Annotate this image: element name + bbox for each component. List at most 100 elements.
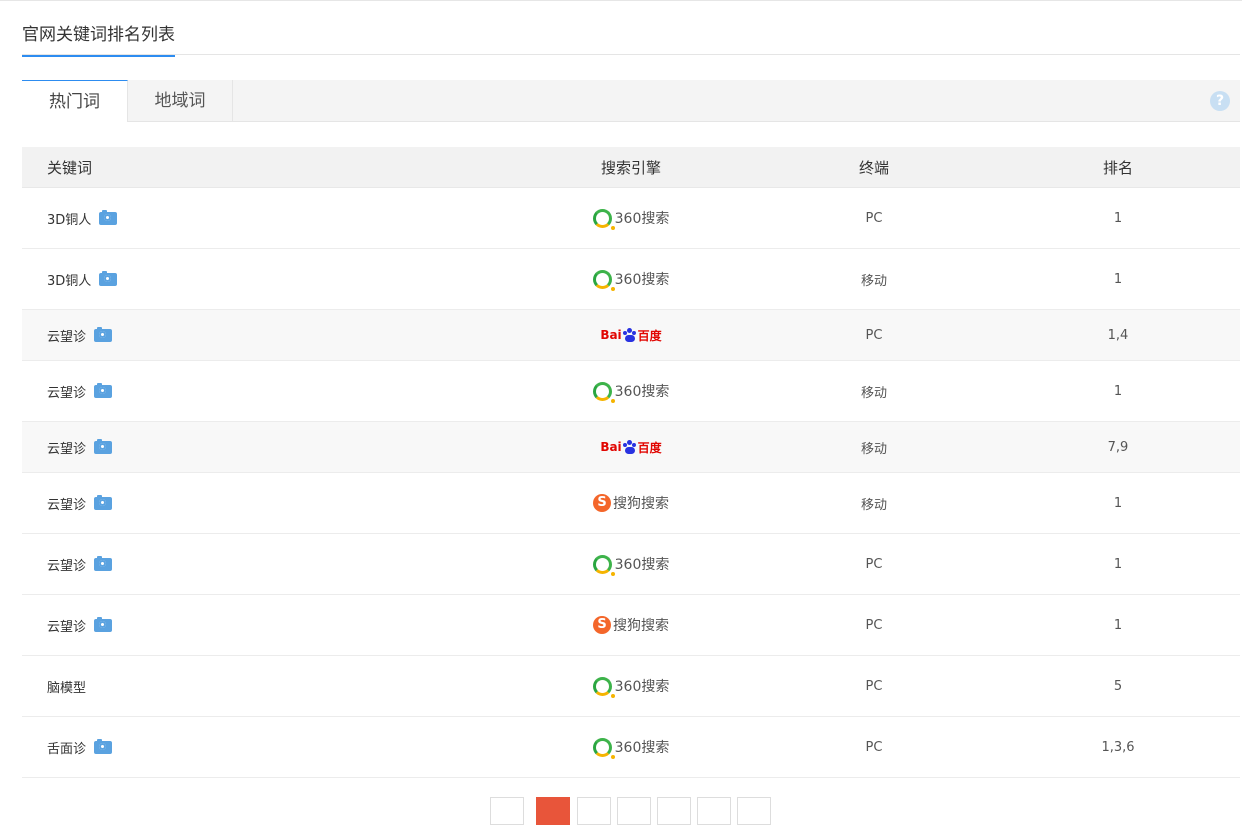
baidu-logo-text-cn: 百度 <box>637 440 662 455</box>
pagination-button[interactable] <box>536 797 570 825</box>
pagination-button[interactable] <box>617 797 651 825</box>
keyword-text: 云望诊 <box>47 619 87 635</box>
keyword-cell: 云望诊 <box>47 534 113 594</box>
rank-cell: 1 <box>1113 495 1123 511</box>
camera-icon[interactable] <box>94 382 113 398</box>
keyword-text: 云望诊 <box>47 497 87 513</box>
camera-icon[interactable] <box>94 494 113 510</box>
keyword-text: 脑模型 <box>47 680 87 696</box>
table-row: 舌面诊 360搜索 PC 1,3,6 <box>22 717 1240 778</box>
keyword-cell: 3D铜人 <box>47 249 118 309</box>
engine-label: 360搜索 <box>614 211 670 227</box>
360-logo-icon <box>592 269 615 291</box>
pagination-button[interactable] <box>737 797 771 825</box>
terminal-cell: 移动 <box>860 385 887 401</box>
rank-cell: 1 <box>1113 271 1123 287</box>
keyword-rank-table: 关键词 搜索引擎 终端 排名 3D铜人 360搜索 PC 1 3D铜人 360搜索 移动 1 云… <box>22 147 1240 778</box>
rank-cell: 1 <box>1113 617 1123 633</box>
keyword-cell: 云望诊 <box>47 473 113 533</box>
camera-icon[interactable] <box>94 438 113 454</box>
terminal-cell: PC <box>865 210 883 226</box>
rank-cell: 1 <box>1113 210 1123 226</box>
engine-cell: S 搜狗搜索 <box>536 595 726 655</box>
camera-icon[interactable] <box>99 209 118 225</box>
section-title: 官网关键词排名列表 <box>22 24 175 57</box>
pagination-button[interactable] <box>657 797 691 825</box>
header-engine: 搜索引擎 <box>600 158 661 177</box>
rank-cell: 1,3,6 <box>1101 739 1135 755</box>
keyword-text: 云望诊 <box>47 558 87 574</box>
keyword-cell: 云望诊 <box>47 361 113 421</box>
engine-cell: 360搜索 <box>536 717 726 777</box>
engine-label: 360搜索 <box>614 272 670 288</box>
sogou-logo-icon: S <box>593 494 611 512</box>
header-terminal: 终端 <box>858 158 889 177</box>
table-header: 关键词 搜索引擎 终端 排名 <box>22 147 1240 188</box>
terminal-cell: PC <box>865 617 883 633</box>
table-row: 脑模型 360搜索 PC 5 <box>22 656 1240 717</box>
section-header: 官网关键词排名列表 <box>22 1 1240 57</box>
baidu-logo-icon: Bai 百度 <box>600 327 662 344</box>
sogou-logo-icon: S <box>593 616 611 634</box>
camera-icon[interactable] <box>94 555 113 571</box>
keyword-text: 云望诊 <box>47 329 87 345</box>
engine-cell: 360搜索 <box>536 361 726 421</box>
terminal-cell: PC <box>865 739 883 755</box>
table-body: 3D铜人 360搜索 PC 1 3D铜人 360搜索 移动 1 云望诊 Bai 百度 PC 1,4 云望诊… <box>22 188 1240 778</box>
engine-label: 搜狗搜索 <box>613 496 669 512</box>
camera-icon[interactable] <box>94 326 113 342</box>
360-logo-icon <box>592 208 615 230</box>
engine-label: 360搜索 <box>614 740 670 756</box>
baidu-logo-text-cn: 百度 <box>637 328 662 343</box>
keyword-text: 云望诊 <box>47 385 87 401</box>
tab-region-words[interactable]: 地域词 <box>128 80 233 122</box>
keyword-cell: 云望诊 <box>47 310 113 360</box>
table-row: 云望诊 Bai 百度 PC 1,4 <box>22 310 1240 361</box>
engine-cell: S 搜狗搜索 <box>536 473 726 533</box>
baidu-logo-text: Bai <box>600 440 622 454</box>
table-row: 云望诊 Bai 百度 移动 7,9 <box>22 422 1240 473</box>
baidu-paw-icon <box>622 440 637 454</box>
engine-cell: Bai 百度 <box>536 310 726 360</box>
header-rank: 排名 <box>1102 158 1133 177</box>
keyword-cell: 云望诊 <box>47 595 113 655</box>
engine-cell: 360搜索 <box>536 249 726 309</box>
engine-cell: 360搜索 <box>536 534 726 594</box>
360-logo-icon <box>592 554 615 576</box>
keyword-cell: 舌面诊 <box>47 717 113 777</box>
engine-cell: 360搜索 <box>536 656 726 716</box>
terminal-cell: PC <box>865 556 883 572</box>
360-logo-icon <box>592 676 615 698</box>
rank-cell: 1 <box>1113 383 1123 399</box>
camera-icon[interactable] <box>94 616 113 632</box>
tab-hot-words[interactable]: 热门词 <box>22 80 128 122</box>
baidu-paw-icon <box>622 328 637 342</box>
baidu-logo-icon: Bai 百度 <box>600 439 662 456</box>
table-row: 云望诊 360搜索 移动 1 <box>22 361 1240 422</box>
keyword-cell: 3D铜人 <box>47 188 118 248</box>
camera-icon[interactable] <box>99 270 118 286</box>
header-keyword: 关键词 <box>47 158 93 177</box>
pagination-button[interactable] <box>577 797 611 825</box>
table-row: 云望诊 S 搜狗搜索 PC 1 <box>22 595 1240 656</box>
360-logo-icon <box>592 737 615 759</box>
pagination-button[interactable] <box>490 797 524 825</box>
engine-label: 360搜索 <box>614 384 670 400</box>
engine-label: 搜狗搜索 <box>613 618 669 634</box>
help-icon[interactable]: ? <box>1210 91 1230 111</box>
pagination-button[interactable] <box>697 797 731 825</box>
rank-cell: 1,4 <box>1107 327 1129 343</box>
engine-label: 360搜索 <box>614 557 670 573</box>
keyword-text: 3D铜人 <box>47 212 92 228</box>
terminal-cell: 移动 <box>860 273 887 289</box>
360-logo-icon <box>592 381 615 403</box>
keyword-text: 云望诊 <box>47 441 87 457</box>
engine-cell: 360搜索 <box>536 188 726 248</box>
table-row: 云望诊 360搜索 PC 1 <box>22 534 1240 595</box>
table-row: 云望诊 S 搜狗搜索 移动 1 <box>22 473 1240 534</box>
keyword-cell: 脑模型 <box>47 656 86 716</box>
camera-icon[interactable] <box>94 738 113 754</box>
keyword-text: 舌面诊 <box>47 741 87 757</box>
engine-label: 360搜索 <box>614 679 670 695</box>
table-row: 3D铜人 360搜索 PC 1 <box>22 188 1240 249</box>
